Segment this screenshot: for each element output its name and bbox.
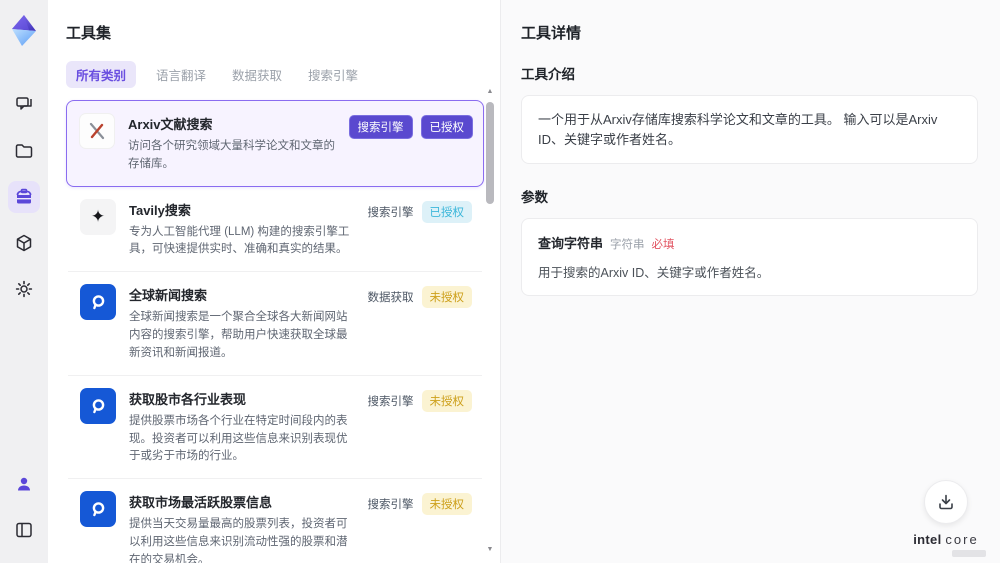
tab-language-translation[interactable]: 语言翻译 (156, 65, 206, 84)
category-badge: 搜索引擎 (367, 395, 414, 408)
package-icon (16, 234, 32, 252)
app-logo-icon[interactable] (7, 13, 41, 54)
tavily-star-icon: ✦ (80, 198, 116, 235)
tool-item-active-stocks[interactable]: 获取市场最活跃股票信息 提供当天交易量最高的股票列表，投资者可以利用这些信息来识… (68, 479, 482, 563)
arxiv-logo-icon (79, 113, 115, 149)
tool-item-global-news[interactable]: 全球新闻搜索 全球新闻搜索是一个聚合全球各大新闻网站内容的搜索引擎，帮助用户快速… (68, 272, 482, 376)
sidebar-item-panel-toggle[interactable] (8, 514, 40, 546)
scroll-up-icon[interactable]: ▲ (486, 88, 494, 95)
detail-title: 工具详情 (521, 25, 582, 42)
panel-icon (16, 522, 32, 538)
tool-list: Arxiv文献搜索 访问各个研究领域大量科学论文和文章的存储库。 搜索引擎 已授… (66, 100, 484, 563)
user-icon (18, 477, 30, 491)
sidebar-item-packages[interactable] (8, 227, 40, 259)
scroll-down-icon[interactable]: ▼ (486, 546, 494, 553)
toolbox-icon (16, 188, 32, 204)
sidebar-item-user[interactable] (8, 468, 40, 500)
tool-name: 获取股市各行业表现 (129, 391, 247, 407)
tool-description: 专为人工智能代理 (LLM) 构建的搜索引擎工具，可快速提供实时、准确和真实的结… (129, 225, 350, 256)
category-badge: 搜索引擎 (367, 499, 414, 512)
sidebar-item-settings[interactable] (8, 273, 40, 305)
tool-list-panel: 工具集 所有类别 语言翻译 数据获取 搜索引擎 Arxiv文献搜索 访问各个研究… (48, 0, 500, 563)
app-window: 工具集 所有类别 语言翻译 数据获取 搜索引擎 Arxiv文献搜索 访问各个研究… (0, 0, 1000, 563)
param-description: 用于搜索的Arxiv ID、关键字或作者姓名。 (538, 266, 770, 280)
category-badge: 数据获取 (367, 292, 414, 305)
intel-core-logo: intel core (913, 532, 979, 547)
tool-name: 获取市场最活跃股票信息 (129, 495, 273, 511)
sidebar-item-chat[interactable] (8, 89, 40, 121)
tool-name: Tavily搜索 (129, 202, 191, 218)
page-title: 工具集 (66, 25, 112, 42)
status-badge: 未授权 (421, 493, 472, 516)
category-badge: 搜索引擎 (348, 115, 413, 139)
category-tabs: 所有类别 语言翻译 数据获取 搜索引擎 (66, 61, 500, 88)
tab-all-categories[interactable]: 所有类别 (66, 61, 137, 88)
sidebar-item-files[interactable] (8, 135, 40, 167)
chat-icon (16, 97, 32, 110)
status-badge: 未授权 (421, 389, 472, 412)
tool-detail-panel: 工具详情 工具介绍 一个用于从Arxiv存储库搜索科学论文和文章的工具。 输入可… (500, 0, 1000, 563)
param-type: 字符串 (610, 239, 645, 251)
sidebar-item-tools[interactable] (8, 181, 40, 213)
param-card: 查询字符串 字符串 必填 用于搜索的Arxiv ID、关键字或作者姓名。 (521, 218, 978, 296)
tool-item-tavily[interactable]: ✦ Tavily搜索 专为人工智能代理 (LLM) 构建的搜索引擎工具，可快速提… (68, 187, 482, 273)
blue-search-icon (80, 491, 116, 528)
tab-data-fetching[interactable]: 数据获取 (232, 65, 282, 84)
tool-name: 全球新闻搜索 (129, 288, 208, 304)
tab-search-engine[interactable]: 搜索引擎 (308, 65, 358, 84)
download-icon (939, 494, 953, 510)
intro-heading: 工具介绍 (521, 67, 575, 82)
intro-card: 一个用于从Arxiv存储库搜索科学论文和文章的工具。 输入可以是Arxiv ID… (521, 95, 978, 164)
intel-ultra-badge (952, 550, 986, 557)
blue-search-icon (80, 387, 116, 424)
gear-icon (15, 280, 33, 298)
tool-item-sector-performance[interactable]: 获取股市各行业表现 提供股票市场各个行业在特定时间段内的表现。投资者可以利用这些… (68, 376, 482, 480)
tool-description: 访问各个研究领域大量科学论文和文章的存储库。 (128, 140, 335, 170)
param-required-badge: 必填 (651, 239, 675, 251)
corner-widgets: intel core (906, 480, 986, 557)
tool-name: Arxiv文献搜索 (128, 117, 213, 132)
scrollbar-thumb[interactable] (486, 102, 494, 204)
intro-text: 一个用于从Arxiv存储库搜索科学论文和文章的工具。 输入可以是Arxiv ID… (538, 112, 938, 147)
tool-description: 提供当天交易量最高的股票列表，投资者可以利用这些信息来识别流动性强的股票和潜在的… (129, 518, 348, 563)
tool-description: 提供股票市场各个行业在特定时间段内的表现。投资者可以利用这些信息来识别表现优于或… (129, 414, 348, 463)
params-heading: 参数 (521, 190, 548, 205)
param-name: 查询字符串 (538, 236, 604, 251)
tool-item-arxiv[interactable]: Arxiv文献搜索 访问各个研究领域大量科学论文和文章的存储库。 搜索引擎 已授… (66, 100, 484, 187)
tool-description: 全球新闻搜索是一个聚合全球各大新闻网站内容的搜索引擎，帮助用户快速获取全球最新资… (129, 311, 348, 359)
blue-search-icon (80, 284, 116, 321)
list-scrollbar[interactable]: ▲ ▼ (484, 88, 496, 553)
status-badge: 未授权 (421, 286, 472, 309)
folder-icon (15, 144, 33, 158)
download-button[interactable] (924, 480, 968, 524)
status-badge: 已授权 (421, 200, 472, 223)
status-badge: 已授权 (420, 115, 473, 139)
sidebar-rail (0, 0, 48, 563)
category-badge: 搜索引擎 (367, 206, 414, 219)
